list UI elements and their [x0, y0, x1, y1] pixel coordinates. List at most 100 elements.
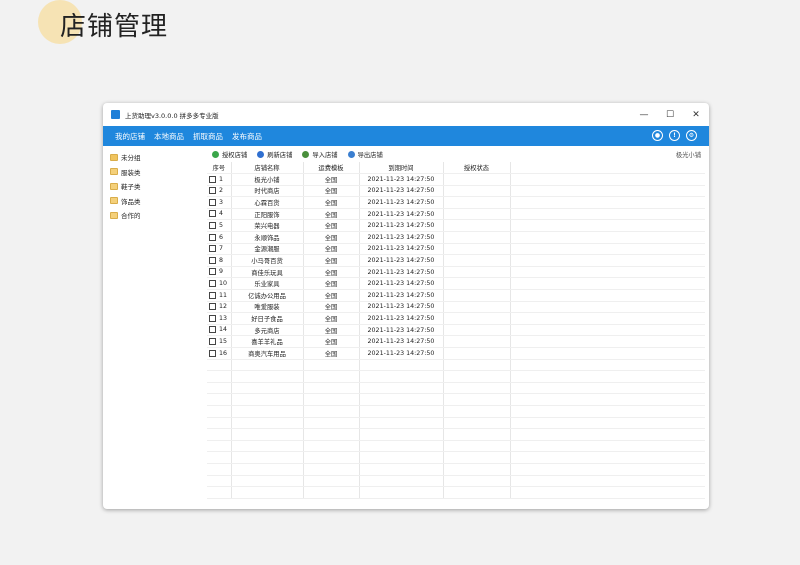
row-checkbox[interactable] [209, 349, 216, 357]
table-row[interactable]: 14 多元商店 全国 2021-11-23 14:27:50 [207, 324, 705, 337]
table-row[interactable]: 5 荣兴电器 全国 2021-11-23 14:27:50 [207, 219, 705, 233]
empty-table-row [207, 393, 705, 406]
menu-my-shops[interactable]: 我的店铺 [115, 131, 145, 142]
table-row[interactable]: 3 心霖百货 全国 2021-11-23 14:27:50 [207, 196, 705, 209]
settings-icon[interactable]: ⚙ [686, 130, 697, 141]
empty-cell [207, 486, 232, 499]
row-checkbox[interactable] [209, 256, 216, 264]
cell-expiry-time: 2021-11-23 14:27:50 [359, 312, 444, 325]
empty-cell [359, 382, 444, 395]
cell-shipping-template: 全国 [303, 301, 360, 314]
row-checkbox[interactable] [209, 326, 216, 334]
table-row[interactable]: 15 喜羊羊礼品 全国 2021-11-23 14:27:50 [207, 335, 705, 348]
sidebar-group-item[interactable]: 饰品类 [103, 194, 207, 209]
table-row[interactable]: 2 时代商店 全国 2021-11-23 14:27:50 [207, 185, 705, 198]
row-checkbox[interactable] [209, 314, 216, 322]
sidebar-group-item[interactable]: 服装类 [103, 165, 207, 180]
cell-auth-status [443, 301, 511, 314]
cell-expiry-time: 2021-11-23 14:27:50 [359, 173, 444, 186]
table-row[interactable]: 13 好日子食品 全国 2021-11-23 14:27:50 [207, 312, 705, 325]
table-row[interactable]: 12 唯爱服装 全国 2021-11-23 14:27:50 [207, 301, 705, 314]
table-row[interactable]: 16 商奥汽车用品 全国 2021-11-23 14:27:50 [207, 347, 705, 360]
empty-cell [359, 463, 444, 476]
empty-cell [510, 451, 705, 464]
table-row[interactable]: 9 商佳乐玩具 全国 2021-11-23 14:27:50 [207, 266, 705, 279]
folder-icon [110, 197, 118, 205]
row-checkbox[interactable] [209, 198, 216, 206]
empty-cell [510, 417, 705, 430]
header-index[interactable]: 序号 [207, 162, 232, 175]
empty-cell [207, 428, 232, 441]
folder-icon [110, 182, 118, 190]
row-checkbox[interactable] [209, 210, 216, 218]
row-index: 15 [219, 337, 228, 345]
table-row[interactable]: 7 金源潮服 全国 2021-11-23 14:27:50 [207, 243, 705, 256]
row-checkbox[interactable] [209, 291, 216, 299]
table-row[interactable]: 8 小马哥百货 全国 2021-11-23 14:27:50 [207, 254, 705, 267]
cell-auth-status [443, 277, 511, 291]
cell-expiry-time: 2021-11-23 14:27:50 [359, 254, 444, 267]
empty-cell [231, 393, 304, 406]
cell-shop-name: 永顺饰品 [231, 231, 304, 244]
empty-cell [510, 359, 705, 372]
info-icon[interactable]: ! [669, 130, 680, 141]
row-checkbox[interactable] [209, 279, 216, 287]
table-row[interactable]: 4 正阳服饰 全国 2021-11-23 14:27:50 [207, 208, 705, 221]
empty-cell [303, 382, 360, 395]
toolbar-button-label: 刷新店铺 [267, 151, 293, 159]
export-shop-button[interactable]: 导出店铺 [347, 150, 383, 159]
header-expiry-time[interactable]: 到期时间 [359, 162, 444, 175]
refresh-icon [257, 150, 265, 158]
import-shop-button[interactable]: 导入店铺 [302, 150, 338, 159]
cell-filler [510, 324, 705, 337]
cell-filler [510, 219, 705, 233]
row-checkbox[interactable] [209, 233, 216, 241]
cell-filler [510, 185, 705, 198]
cell-index: 5 [207, 219, 232, 233]
table-row[interactable]: 11 亿诚办公用品 全国 2021-11-23 14:27:50 [207, 289, 705, 302]
cell-index: 14 [207, 324, 232, 337]
window-titlebar[interactable]: 上货助理v3.0.0.0 拼多多专业版 — ☐ ✕ [103, 103, 709, 126]
header-shop-name[interactable]: 店铺名称 [231, 162, 304, 175]
sidebar-group-item[interactable]: 鞋子类 [103, 179, 207, 194]
header-auth-status[interactable]: 授权状态 [443, 162, 511, 175]
row-checkbox[interactable] [209, 337, 216, 345]
minimize-button[interactable]: — [631, 103, 657, 126]
empty-cell [207, 359, 232, 372]
empty-cell [443, 451, 511, 464]
table-row[interactable]: 6 永顺饰品 全国 2021-11-23 14:27:50 [207, 231, 705, 244]
header-shipping-template[interactable]: 运费模板 [303, 162, 360, 175]
cell-shop-name: 荣兴电器 [231, 219, 304, 233]
empty-cell [359, 405, 444, 418]
table-row[interactable]: 1 极光小铺 全国 2021-11-23 14:27:50 [207, 173, 705, 186]
row-checkbox[interactable] [209, 222, 216, 230]
row-checkbox[interactable] [209, 303, 216, 311]
empty-cell [231, 370, 304, 383]
empty-cell [231, 405, 304, 418]
row-checkbox[interactable] [209, 187, 216, 195]
row-checkbox[interactable] [209, 268, 216, 276]
row-checkbox[interactable] [209, 245, 216, 253]
empty-cell [510, 405, 705, 418]
cell-shop-name: 唯爱服装 [231, 301, 304, 314]
menu-grab-products[interactable]: 抓取商品 [193, 131, 223, 142]
menu-local-products[interactable]: 本地商品 [154, 131, 184, 142]
refresh-shop-button[interactable]: 刷新店铺 [257, 150, 292, 159]
selected-shop-label: 极光小铺 [675, 152, 701, 159]
menu-publish-products[interactable]: 发布商品 [232, 131, 262, 142]
empty-cell [510, 393, 705, 406]
sidebar-group-item[interactable]: 未分组 [103, 150, 207, 165]
maximize-button[interactable]: ☐ [657, 103, 683, 126]
cell-auth-status [443, 208, 511, 221]
close-button[interactable]: ✕ [683, 103, 709, 126]
user-icon[interactable]: ● [652, 130, 663, 141]
sidebar-group-item[interactable]: 合作的 [103, 208, 207, 223]
table-row[interactable]: 10 乐业家具 全国 2021-11-23 14:27:50 [207, 277, 705, 291]
authorize-shop-button[interactable]: 授权店铺 [212, 150, 247, 159]
cell-shipping-template: 全国 [303, 196, 360, 209]
row-checkbox[interactable] [209, 175, 216, 183]
empty-cell [207, 405, 232, 418]
cell-auth-status [443, 347, 511, 360]
empty-cell [207, 393, 232, 406]
cell-auth-status [443, 324, 511, 337]
